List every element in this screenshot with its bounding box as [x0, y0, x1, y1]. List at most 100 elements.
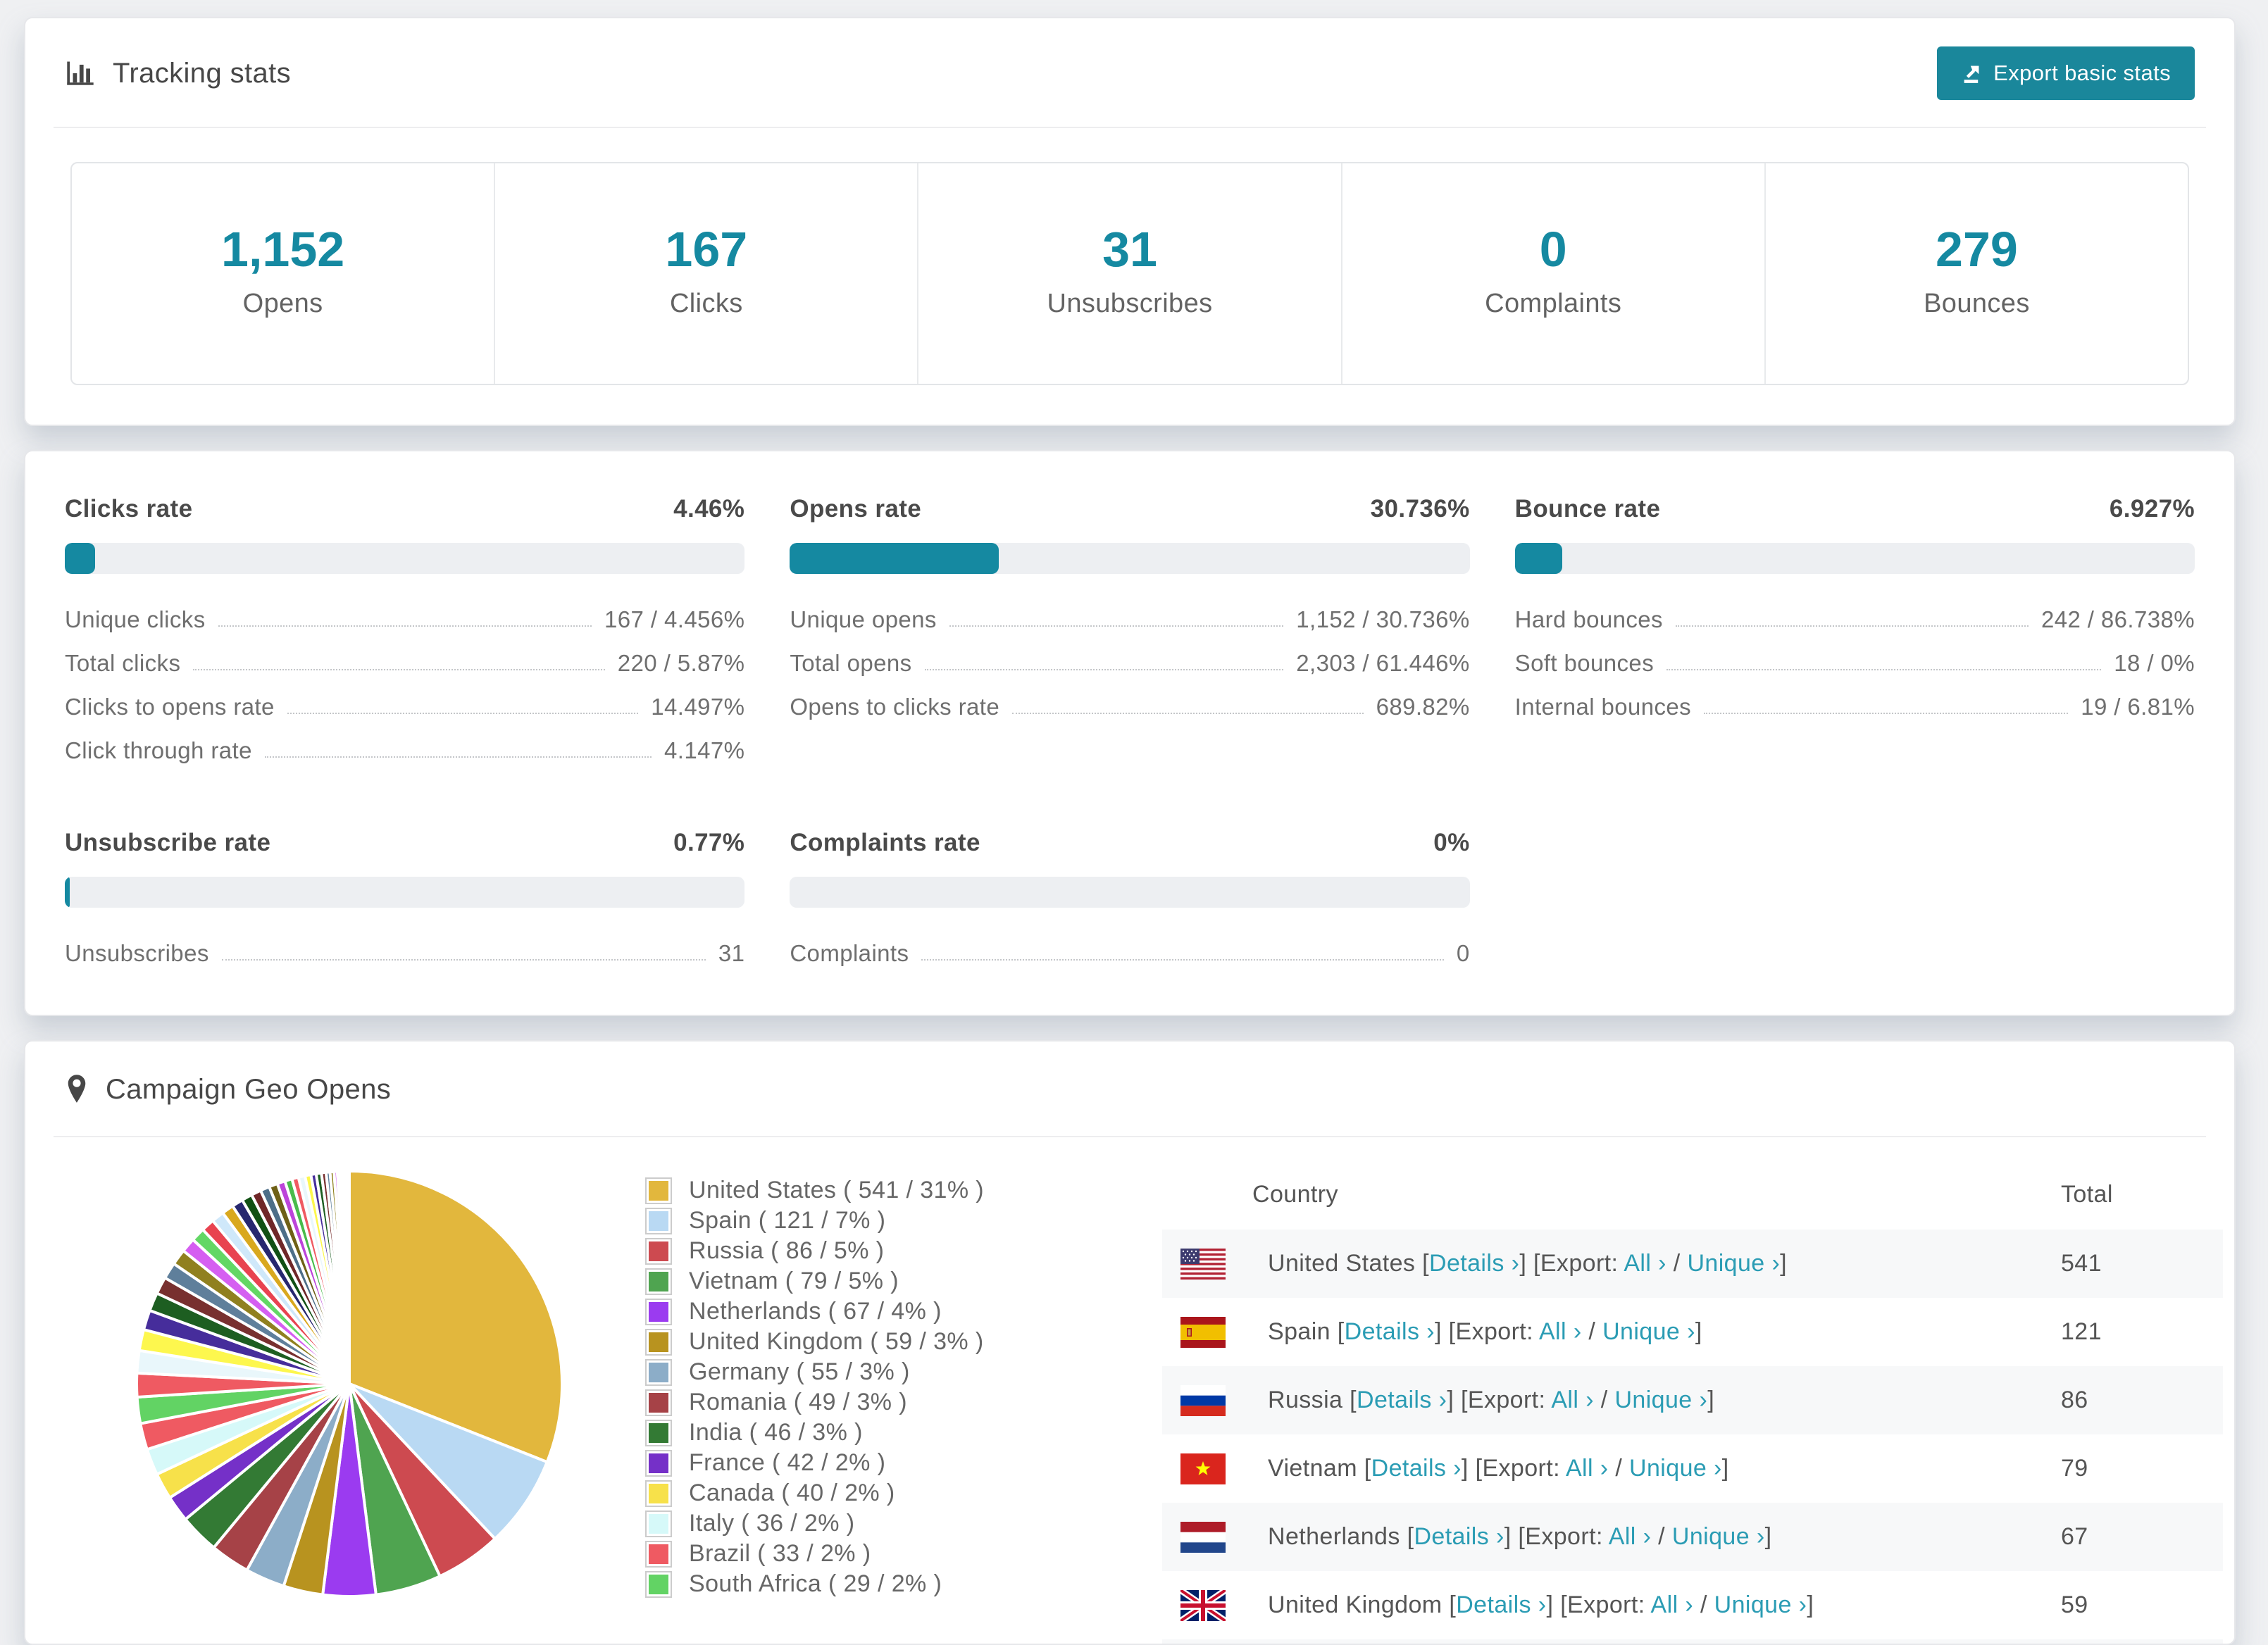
stat-row-label: Unsubscribes	[65, 940, 209, 966]
stat-row-value: 0	[1456, 940, 1470, 966]
rates-grid: Clicks rate 4.46% Unique clicks 167 / 4.…	[65, 494, 2195, 975]
geo-table: Country Total United States [Details ›] …	[1162, 1165, 2223, 1644]
rate-title: Clicks rate	[65, 495, 193, 523]
stat-row-label: Opens to clicks rate	[790, 694, 1000, 720]
table-row: Netherlands [Details ›] [Export: All › /…	[1162, 1503, 2223, 1571]
legend-item: Spain ( 121 / 7% )	[645, 1206, 984, 1236]
rate-value: 0%	[1433, 829, 1470, 856]
rate-rows: Unique clicks 167 / 4.456% Total clicks …	[65, 598, 744, 773]
legend-label: Spain ( 121 / 7% )	[689, 1207, 886, 1234]
progress-bar	[1514, 543, 2195, 574]
legend-item: Netherlands ( 67 / 4% )	[645, 1296, 984, 1327]
export-icon	[1961, 63, 1982, 84]
details-link[interactable]: Details ›	[1345, 1318, 1435, 1345]
stat-row-value: 19 / 6.81%	[2081, 694, 2195, 720]
details-link[interactable]: Details ›	[1371, 1455, 1462, 1482]
export-all-link[interactable]: All ›	[1624, 1250, 1666, 1277]
bar-chart-icon	[65, 58, 96, 89]
table-text: ]	[1780, 1250, 1788, 1277]
details-link[interactable]: Details ›	[1429, 1250, 1519, 1277]
export-all-link[interactable]: All ›	[1566, 1455, 1609, 1482]
table-text: ] [Export:	[1519, 1250, 1624, 1277]
country-cell: United Kingdom [Details ›] [Export: All …	[1268, 1591, 2061, 1619]
rate-section: Bounce rate 6.927% Hard bounces 242 / 86…	[1514, 494, 2195, 773]
legend-label: Russia ( 86 / 5% )	[689, 1237, 885, 1264]
export-all-link[interactable]: All ›	[1651, 1591, 1694, 1618]
table-text: ]	[1764, 1523, 1772, 1550]
table-row: Germany [Details ›] [Export: All › / Uni…	[1162, 1639, 2223, 1644]
legend-label: South Africa ( 29 / 2% )	[689, 1570, 942, 1597]
table-text: Russia [	[1268, 1387, 1357, 1413]
legend-item: Germany ( 55 / 3% )	[645, 1357, 984, 1387]
summary-stat-label: Bounces	[1924, 289, 2030, 318]
dotted-leader	[1012, 713, 1364, 714]
details-link[interactable]: Details ›	[1357, 1387, 1447, 1413]
table-row: United States [Details ›] [Export: All ›…	[1162, 1230, 2223, 1298]
rate-rows: Unsubscribes 31	[65, 932, 744, 975]
table-row: Russia [Details ›] [Export: All › / Uniq…	[1162, 1366, 2223, 1434]
table-text: ]	[1807, 1591, 1814, 1618]
table-text: ] [Export:	[1504, 1523, 1609, 1550]
stat-row: Complaints 0	[790, 932, 1469, 975]
rate-rows: Complaints 0	[790, 932, 1469, 975]
dotted-leader	[218, 625, 592, 627]
legend-label: Canada ( 40 / 2% )	[689, 1480, 895, 1506]
stat-row: Unique opens 1,152 / 30.736%	[790, 598, 1469, 642]
table-text: United Kingdom [	[1268, 1591, 1457, 1618]
stat-row: Clicks to opens rate 14.497%	[65, 685, 744, 729]
stat-row-label: Internal bounces	[1514, 694, 1692, 720]
legend-item: United Kingdom ( 59 / 3% )	[645, 1327, 984, 1357]
export-all-link[interactable]: All ›	[1609, 1523, 1652, 1550]
legend-swatch	[645, 1480, 672, 1507]
pie-slice	[347, 1170, 351, 1385]
export-all-link[interactable]: All ›	[1551, 1387, 1594, 1413]
export-unique-link[interactable]: Unique ›	[1602, 1318, 1695, 1345]
export-unique-link[interactable]: Unique ›	[1672, 1523, 1765, 1550]
export-unique-link[interactable]: Unique ›	[1629, 1455, 1722, 1482]
legend-swatch	[645, 1237, 672, 1265]
legend-swatch	[645, 1540, 672, 1568]
export-unique-link[interactable]: Unique ›	[1614, 1387, 1707, 1413]
stat-row-value: 167 / 4.456%	[604, 606, 745, 632]
stat-row-value: 4.147%	[664, 737, 745, 763]
details-link[interactable]: Details ›	[1456, 1591, 1546, 1618]
progress-bar-fill	[65, 877, 70, 908]
map-marker-icon	[65, 1073, 89, 1106]
legend-item: Italy ( 36 / 2% )	[645, 1508, 984, 1539]
rate-section: Clicks rate 4.46% Unique clicks 167 / 4.…	[65, 494, 745, 773]
rate-value: 6.927%	[2109, 495, 2195, 523]
legend-item: United States ( 541 / 31% )	[645, 1175, 984, 1206]
legend-swatch	[645, 1268, 672, 1295]
geo-title-text: Campaign Geo Opens	[106, 1074, 392, 1105]
total-cell: 121	[2061, 1318, 2102, 1345]
table-text: /	[1581, 1318, 1603, 1345]
progress-bar	[790, 877, 1470, 908]
stat-row-label: Total opens	[790, 650, 912, 676]
table-text: /	[1651, 1523, 1672, 1550]
details-link[interactable]: Details ›	[1414, 1523, 1504, 1550]
stat-row-label: Hard bounces	[1514, 606, 1663, 632]
rate-section: Complaints rate 0% Complaints 0	[790, 827, 1470, 975]
legend-label: India ( 46 / 3% )	[689, 1419, 863, 1446]
stat-row-value: 220 / 5.87%	[617, 650, 745, 676]
country-cell: Vietnam [Details ›] [Export: All › / Uni…	[1268, 1455, 2061, 1482]
dotted-leader	[264, 756, 652, 758]
country-flag-icon	[1180, 1589, 1226, 1621]
export-unique-link[interactable]: Unique ›	[1714, 1591, 1807, 1618]
legend-item: Russia ( 86 / 5% )	[645, 1236, 984, 1266]
country-flag-icon	[1180, 1316, 1226, 1348]
table-text: ]	[1695, 1318, 1702, 1345]
stat-row-value: 1,152 / 30.736%	[1296, 606, 1470, 632]
stat-row-value: 242 / 86.738%	[2040, 606, 2195, 632]
export-basic-stats-button[interactable]: Export basic stats	[1937, 46, 2195, 100]
dotted-leader	[193, 669, 605, 670]
rates-card: Clicks rate 4.46% Unique clicks 167 / 4.…	[24, 450, 2236, 1016]
legend-label: Germany ( 55 / 3% )	[689, 1358, 910, 1385]
country-flag-icon	[1180, 1384, 1226, 1416]
export-unique-link[interactable]: Unique ›	[1687, 1250, 1780, 1277]
export-all-link[interactable]: All ›	[1539, 1318, 1582, 1345]
table-text: ] [Export:	[1461, 1455, 1566, 1482]
table-text: ] [Export:	[1447, 1387, 1552, 1413]
stat-row: Hard bounces 242 / 86.738%	[1515, 598, 2195, 642]
geo-title: Campaign Geo Opens	[65, 1070, 391, 1109]
